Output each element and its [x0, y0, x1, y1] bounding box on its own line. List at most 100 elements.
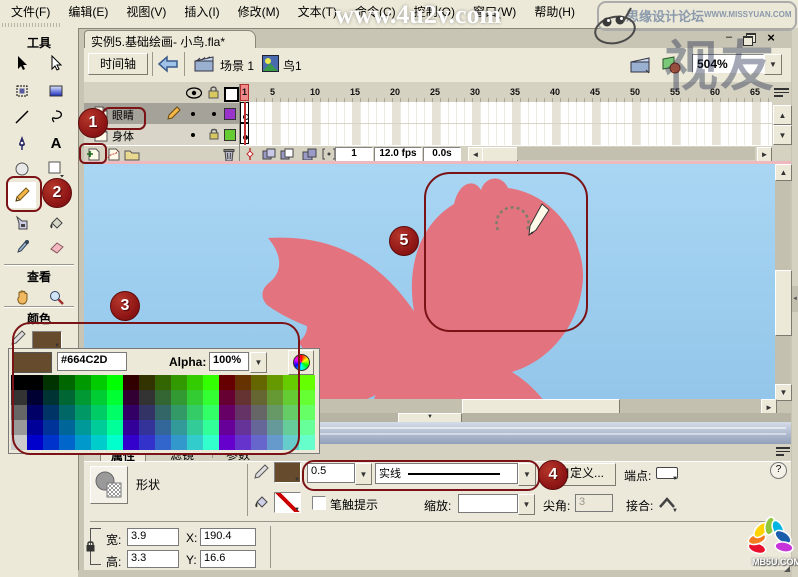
tool-gradient-transform[interactable]	[42, 78, 70, 104]
color-swatch[interactable]	[251, 420, 267, 435]
delete-layer-trash-button[interactable]	[222, 147, 236, 162]
color-swatch[interactable]	[139, 435, 155, 450]
color-swatch[interactable]	[219, 375, 235, 390]
zoom-level-field[interactable]: 504%	[692, 54, 764, 73]
edit-multiple-frames-icon[interactable]	[302, 148, 317, 160]
color-swatch[interactable]	[91, 435, 107, 450]
color-swatch[interactable]	[187, 405, 203, 420]
color-swatch[interactable]	[203, 390, 219, 405]
menu-item[interactable]: 插入(I)	[175, 0, 228, 23]
alpha-dropdown-button[interactable]: ▼	[250, 352, 267, 373]
color-swatch[interactable]	[43, 405, 59, 420]
timeline-scrollbar-thumb[interactable]	[482, 147, 518, 162]
color-swatch[interactable]	[267, 375, 283, 390]
color-swatch[interactable]	[139, 375, 155, 390]
color-swatch[interactable]	[43, 420, 59, 435]
right-dock-collapse-handle[interactable]: ◄	[792, 286, 798, 312]
color-swatch[interactable]	[155, 435, 171, 450]
color-swatch[interactable]	[123, 375, 139, 390]
color-swatch[interactable]	[139, 420, 155, 435]
color-swatch[interactable]	[43, 435, 59, 450]
tool-free-transform[interactable]	[8, 78, 36, 104]
color-swatch[interactable]	[283, 375, 299, 390]
cap-dropdown-arrow-icon[interactable]: ▼	[672, 476, 678, 482]
layer-unlocked-dot[interactable]	[212, 112, 216, 116]
center-frame-icon[interactable]	[244, 147, 256, 161]
color-swatch[interactable]	[75, 435, 91, 450]
color-swatch[interactable]	[155, 405, 171, 420]
stroke-height-dropdown-button[interactable]: ▼	[355, 463, 372, 485]
alpha-field[interactable]: 100%	[209, 352, 249, 371]
timeline-scrollbar-track[interactable]	[517, 147, 755, 160]
layer-visible-dot[interactable]	[191, 112, 195, 116]
tool-line[interactable]	[8, 104, 36, 130]
symbol-breadcrumb[interactable]: 鸟1	[283, 57, 302, 74]
color-swatch[interactable]	[75, 375, 91, 390]
join-dropdown-arrow-icon[interactable]: ▼	[672, 508, 678, 514]
color-swatch[interactable]	[91, 420, 107, 435]
menu-item[interactable]: 帮助(H)	[525, 0, 584, 23]
layer-name[interactable]: 眼睛	[112, 107, 134, 123]
tool-eraser[interactable]	[42, 234, 70, 260]
color-swatch[interactable]	[171, 435, 187, 450]
color-swatch[interactable]	[187, 390, 203, 405]
onion-skin-icon[interactable]	[262, 148, 277, 160]
insert-layer-button[interactable]	[86, 148, 101, 161]
color-swatch[interactable]	[43, 390, 59, 405]
color-swatch[interactable]	[75, 420, 91, 435]
fill-none-swatch[interactable]: ▼	[274, 492, 301, 513]
color-swatch[interactable]	[283, 435, 299, 450]
color-swatch[interactable]	[235, 375, 251, 390]
color-swatch[interactable]	[203, 405, 219, 420]
menu-item[interactable]: 命令(C)	[346, 0, 405, 23]
vscrollbar-thumb[interactable]	[775, 270, 792, 336]
stroke-height-field[interactable]: 0.5	[307, 463, 355, 483]
x-field[interactable]: 190.4	[200, 528, 256, 546]
layer-outline-swatch[interactable]	[224, 129, 236, 141]
color-swatch[interactable]	[27, 420, 43, 435]
color-swatch[interactable]	[299, 390, 315, 405]
timeline-scroll-right-button[interactable]: ►	[757, 147, 772, 162]
color-swatch[interactable]	[171, 375, 187, 390]
stroke-hint-checkbox[interactable]	[312, 496, 326, 510]
menu-item[interactable]: 文本(T)	[289, 0, 346, 23]
color-swatch[interactable]	[107, 390, 123, 405]
color-swatch[interactable]	[123, 390, 139, 405]
tool-eyedropper[interactable]	[8, 234, 36, 260]
color-swatch[interactable]	[203, 375, 219, 390]
color-swatch[interactable]	[267, 390, 283, 405]
frames-grid[interactable]	[240, 102, 772, 145]
constrain-lock-icon[interactable]	[85, 540, 96, 553]
tool-text[interactable]: A	[42, 130, 70, 156]
tool-paint-bucket[interactable]	[42, 210, 70, 236]
edit-scene-icon[interactable]	[630, 56, 652, 74]
stroke-style-dropdown-button[interactable]: ▼	[518, 463, 536, 486]
color-swatch[interactable]	[171, 390, 187, 405]
tool-ink-bottle[interactable]	[8, 210, 36, 236]
color-swatch[interactable]	[235, 390, 251, 405]
color-swatch[interactable]	[283, 405, 299, 420]
eye-column-icon[interactable]	[186, 87, 202, 99]
color-swatch[interactable]	[59, 390, 75, 405]
color-swatch[interactable]	[251, 390, 267, 405]
color-swatch[interactable]	[91, 390, 107, 405]
modify-onion-markers-icon[interactable]	[322, 148, 336, 160]
color-swatch[interactable]	[139, 390, 155, 405]
color-swatch[interactable]	[59, 435, 75, 450]
scale-dropdown[interactable]	[458, 494, 518, 513]
color-swatch[interactable]	[75, 390, 91, 405]
restore-button[interactable]	[743, 33, 756, 46]
color-swatch[interactable]	[59, 375, 75, 390]
color-swatch[interactable]	[187, 420, 203, 435]
color-swatch[interactable]	[251, 405, 267, 420]
lock-column-icon[interactable]	[207, 85, 220, 100]
outline-column-icon[interactable]	[224, 87, 239, 102]
insert-folder-button[interactable]	[124, 148, 141, 161]
frame-ruler[interactable]: 1 5 10 15 20 25 30 35 40 45 50 55 60 65	[240, 84, 772, 103]
color-swatch[interactable]	[27, 405, 43, 420]
layer-name[interactable]: 身体	[112, 128, 134, 144]
color-swatch[interactable]	[299, 405, 315, 420]
layer-outline-swatch[interactable]	[224, 108, 236, 120]
onion-skin-outlines-icon[interactable]	[280, 148, 295, 160]
color-swatch[interactable]	[27, 435, 43, 450]
